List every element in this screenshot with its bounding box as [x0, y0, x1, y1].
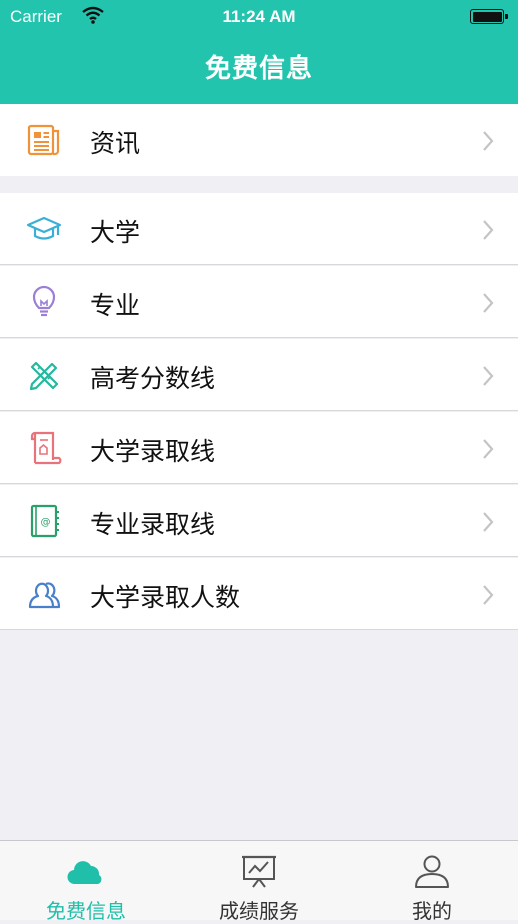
pencil-ruler-icon: [29, 361, 59, 391]
chevron-right-icon: [483, 585, 494, 605]
svg-text:@: @: [41, 517, 51, 528]
newspaper-icon: [27, 124, 60, 156]
chevron-right-icon: [483, 220, 494, 240]
tab-score-service[interactable]: 成绩服务: [173, 841, 345, 923]
cloud-icon: [67, 861, 102, 885]
list-item-major-admission-line[interactable]: @ 专业录取线: [0, 485, 518, 557]
list-item-label: 大学录取人数: [90, 583, 241, 612]
list-item-score-line[interactable]: 高考分数线: [0, 339, 518, 411]
chevron-right-icon: [483, 366, 494, 386]
nav-header: Carrier 11:24 AM 免费信息: [0, 0, 518, 104]
list-item-label: 大学: [90, 218, 141, 247]
tab-free-info[interactable]: 免费信息: [0, 841, 172, 923]
list-item-news[interactable]: 资讯: [0, 104, 518, 176]
chevron-right-icon: [483, 131, 494, 151]
lightbulb-icon: [32, 285, 56, 317]
chevron-right-icon: [483, 512, 494, 532]
battery-icon: [470, 9, 508, 24]
page-title: 免费信息: [204, 54, 313, 84]
user-icon: [415, 855, 449, 888]
users-icon: [28, 582, 61, 609]
tab-mine[interactable]: 我的: [346, 841, 518, 923]
list-item-major[interactable]: 专业: [0, 266, 518, 338]
status-bar: Carrier 11:24 AM: [0, 0, 518, 34]
list-item-label: 专业: [90, 291, 141, 320]
list-item-university[interactable]: 大学: [0, 193, 518, 265]
chevron-right-icon: [483, 293, 494, 313]
list-item-label: 专业录取线: [90, 510, 216, 539]
list-item-university-admission-count[interactable]: 大学录取人数: [0, 558, 518, 630]
presentation-chart-icon: [242, 855, 276, 888]
clock: 11:24 AM: [222, 7, 296, 26]
graduation-cap-icon: [26, 216, 62, 240]
scroll-icon: [30, 431, 62, 465]
address-book-icon: @: [30, 504, 59, 538]
chevron-right-icon: [483, 439, 494, 459]
tab-bar: 免费信息 成绩服务 我的: [0, 840, 518, 923]
list-item-university-admission-line[interactable]: 大学录取线: [0, 412, 518, 484]
list-item-label: 高考分数线: [90, 364, 216, 393]
list-item-label: 大学录取线: [90, 437, 216, 466]
list-item-label: 资讯: [90, 129, 141, 158]
